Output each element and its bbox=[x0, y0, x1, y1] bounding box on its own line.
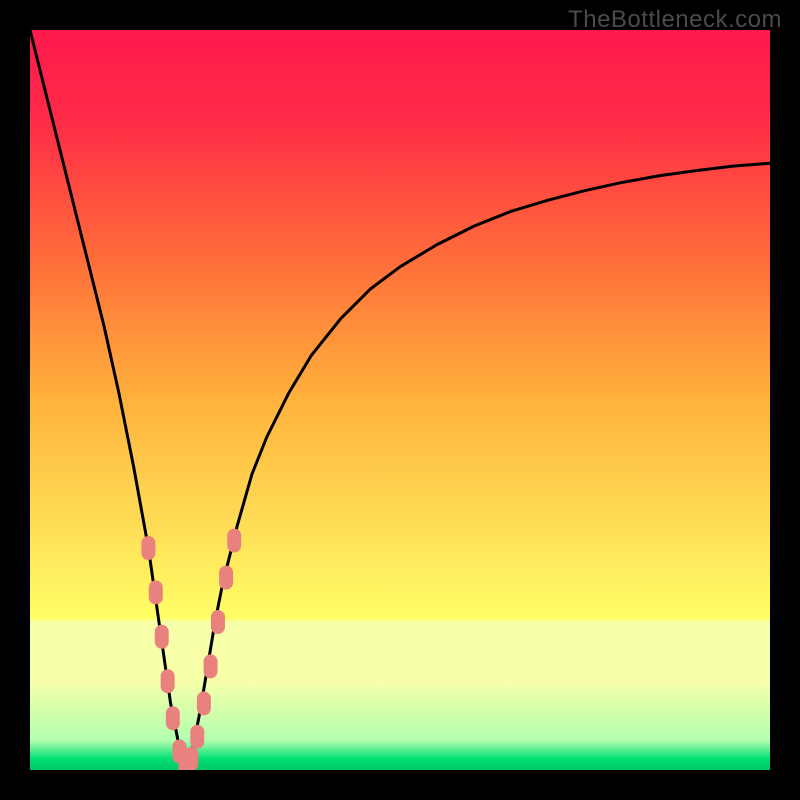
data-marker bbox=[219, 566, 233, 590]
data-marker bbox=[211, 610, 225, 634]
data-marker bbox=[227, 529, 241, 553]
data-marker bbox=[141, 536, 155, 560]
bottleneck-chart bbox=[30, 30, 770, 770]
data-marker bbox=[190, 725, 204, 749]
plot-area bbox=[30, 30, 770, 770]
data-marker bbox=[197, 691, 211, 715]
data-marker bbox=[161, 669, 175, 693]
data-marker bbox=[166, 706, 180, 730]
chart-frame: TheBottleneck.com bbox=[0, 0, 800, 800]
data-marker bbox=[155, 625, 169, 649]
data-marker bbox=[184, 747, 198, 770]
gradient-background bbox=[30, 30, 770, 770]
data-marker bbox=[204, 654, 218, 678]
data-marker bbox=[149, 580, 163, 604]
